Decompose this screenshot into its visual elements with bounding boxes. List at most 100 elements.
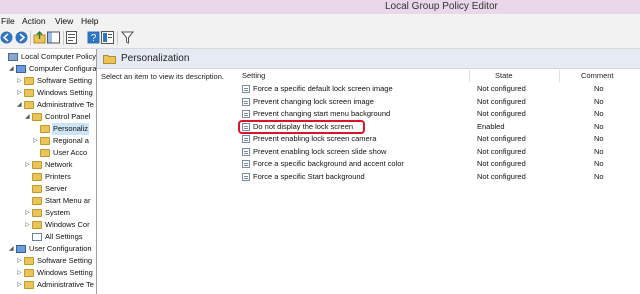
- collapse-arrow-icon[interactable]: ▷: [17, 279, 23, 291]
- policy-setting-icon: [242, 135, 250, 143]
- menu-file[interactable]: File: [1, 16, 15, 26]
- help-icon[interactable]: ?: [87, 31, 100, 44]
- expand-arrow-icon[interactable]: ◢: [17, 99, 23, 111]
- tree-node[interactable]: ▷ System: [0, 207, 96, 219]
- tree-node[interactable]: User Acco: [0, 147, 96, 159]
- policy-setting-name: Prevent changing lock screen image: [253, 96, 374, 106]
- tree-node-label: Computer Configura: [29, 64, 97, 73]
- tree-node-label: Windows Setting: [37, 268, 93, 277]
- tree-node[interactable]: ▷ Regional a: [0, 135, 96, 147]
- tree-node[interactable]: Local Computer Policy: [0, 51, 96, 63]
- policy-comment: No: [594, 109, 604, 118]
- policy-row[interactable]: Prevent enabling lock screen slide show N…: [239, 146, 640, 158]
- policy-state: Not configured: [477, 109, 526, 118]
- description-text: Select an item to view its description.: [101, 72, 224, 81]
- collapse-arrow-icon[interactable]: ▷: [33, 135, 39, 147]
- folder-icon: [32, 185, 42, 193]
- column-state[interactable]: State: [495, 70, 513, 82]
- policy-comment: No: [594, 134, 604, 143]
- collapse-arrow-icon[interactable]: ▷: [17, 75, 23, 87]
- menu-bar: File Action View Help: [0, 14, 640, 28]
- tree-node-label: Start Menu ar: [45, 196, 91, 205]
- policy-setting-icon: [242, 85, 250, 93]
- collapse-arrow-icon[interactable]: ▷: [25, 219, 31, 231]
- tree-node-label: User Acco: [53, 148, 88, 157]
- tree-node[interactable]: ▷ Windows Setting: [0, 87, 96, 99]
- policy-row[interactable]: Force a specific Start background Not con…: [239, 171, 640, 183]
- back-icon[interactable]: [0, 31, 13, 44]
- tree-node[interactable]: ▷ Windows Setting: [0, 267, 96, 279]
- properties-icon[interactable]: [65, 31, 78, 44]
- tree-node-label: Personaliz: [52, 123, 90, 135]
- collapse-arrow-icon[interactable]: ▷: [25, 159, 31, 171]
- tree-node-label: System: [45, 208, 71, 217]
- forward-icon[interactable]: [15, 31, 28, 44]
- folder-icon: [32, 161, 42, 169]
- policy-setting-icon: [242, 147, 250, 156]
- collapse-arrow-icon[interactable]: ▷: [17, 87, 23, 99]
- console-tree[interactable]: Local Computer Policy ◢ Computer Configura…: [0, 49, 97, 294]
- tree-node[interactable]: ◢ User Configuration: [0, 243, 96, 255]
- tree-node[interactable]: Server: [0, 183, 96, 195]
- policy-row[interactable]: Force a specific background and accent c…: [239, 158, 640, 170]
- folder-icon: [24, 269, 34, 277]
- tree-node-label: Control Panel: [45, 112, 91, 121]
- menu-view[interactable]: View: [55, 16, 73, 26]
- policy-state: Not configured: [477, 159, 526, 168]
- policy-comment: No: [594, 146, 604, 156]
- folder-icon: [103, 55, 116, 64]
- folder-icon: [32, 197, 42, 205]
- policy-row[interactable]: Prevent changing lock screen image Not co…: [239, 96, 640, 108]
- tree-node[interactable]: ◢ Control Panel: [0, 111, 96, 123]
- policy-comment: No: [594, 159, 604, 168]
- tree-node[interactable]: Personaliz: [0, 123, 96, 135]
- user-icon: [16, 245, 26, 253]
- folder-icon: [32, 173, 42, 181]
- tree-node[interactable]: Printers: [0, 171, 96, 183]
- policy-row[interactable]: Prevent changing start menu background No…: [239, 108, 640, 120]
- collapse-arrow-icon[interactable]: ▷: [17, 255, 23, 267]
- up-folder-icon[interactable]: [33, 31, 46, 44]
- folder-icon: [32, 221, 42, 229]
- tree-node[interactable]: ▷ Software Setting: [0, 255, 96, 267]
- policy-setting-name: Prevent changing start menu background: [253, 109, 391, 118]
- tree-node[interactable]: Start Menu ar: [0, 195, 96, 207]
- tree-node[interactable]: All Settings: [0, 231, 96, 243]
- folder-icon: [40, 137, 50, 145]
- panel-title: Personalization: [121, 53, 190, 64]
- extended-view-icon[interactable]: [101, 31, 114, 44]
- menu-help[interactable]: Help: [81, 16, 98, 26]
- settings-icon: [32, 233, 42, 241]
- tree-node-label: Network: [45, 160, 73, 169]
- menu-action[interactable]: Action: [22, 16, 46, 26]
- column-setting[interactable]: Setting: [242, 70, 265, 82]
- filter-icon[interactable]: [121, 31, 134, 44]
- tree-node-label: Administrative Te: [37, 100, 94, 109]
- details-pane: Personalization Select an item to view i…: [97, 49, 640, 294]
- policy-state: Not configured: [477, 84, 526, 93]
- expand-arrow-icon[interactable]: ◢: [9, 63, 15, 75]
- tree-node[interactable]: ◢ Administrative Te: [0, 99, 96, 111]
- svg-text:?: ?: [91, 33, 97, 44]
- tree-node-label: Printers: [45, 172, 71, 181]
- policy-state: Not configured: [477, 171, 526, 181]
- expand-arrow-icon[interactable]: ◢: [25, 111, 31, 123]
- tree-node[interactable]: ▷ Network: [0, 159, 96, 171]
- tree-node[interactable]: ▷ Administrative Te: [0, 279, 96, 291]
- column-comment[interactable]: Comment: [581, 70, 614, 82]
- show-hide-tree-icon[interactable]: [47, 31, 60, 44]
- folder-icon: [32, 113, 42, 121]
- collapse-arrow-icon[interactable]: ▷: [25, 207, 31, 219]
- toolbar: ?: [0, 28, 640, 49]
- policy-row[interactable]: Force a specific default lock screen ima…: [239, 83, 640, 95]
- folder-icon: [24, 257, 34, 265]
- window-title: Local Group Policy Editor: [385, 1, 498, 12]
- tree-node[interactable]: ▷ Windows Cor: [0, 219, 96, 231]
- collapse-arrow-icon[interactable]: ▷: [17, 267, 23, 279]
- policy-setting-icon: [242, 110, 250, 118]
- policy-row[interactable]: Prevent enabling lock screen camera Not c…: [239, 133, 640, 145]
- expand-arrow-icon[interactable]: ◢: [9, 243, 15, 255]
- tree-node[interactable]: ▷ Software Setting: [0, 75, 96, 87]
- computer-icon: [16, 65, 26, 73]
- tree-node[interactable]: ◢ Computer Configura: [0, 63, 96, 75]
